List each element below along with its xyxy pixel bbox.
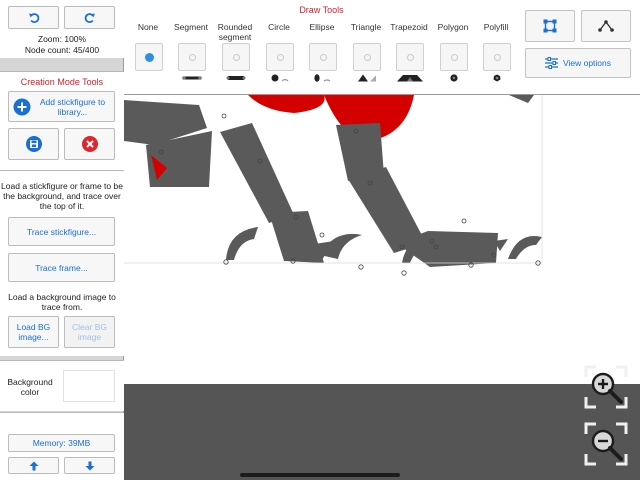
trace-stickfigure-button[interactable]: Trace stickfigure... — [8, 217, 115, 246]
tool-ellipse-button[interactable] — [309, 43, 337, 71]
trace-info-text: Load a stickfigure or frame to be the ba… — [1, 181, 123, 211]
redo-icon — [84, 12, 95, 23]
tool-polygon-button[interactable] — [440, 43, 468, 71]
node-graph-icon — [598, 20, 614, 32]
tool-circle[interactable]: Circle — [259, 20, 299, 90]
tool-segment-button[interactable] — [178, 43, 206, 71]
radio-ring-icon — [407, 54, 414, 61]
zoom-out-icon — [584, 422, 628, 466]
radio-ring-icon — [451, 54, 458, 61]
radio-ring-icon — [277, 54, 284, 61]
zoom-out-button[interactable] — [584, 422, 628, 466]
zoom-level: Zoom: 100% — [37, 34, 87, 44]
tool-label: Polyfill — [483, 22, 509, 32]
move-down-button[interactable] — [64, 457, 115, 474]
bg-color-section: Background color — [0, 361, 124, 411]
node-count: Node count: 45/400 — [24, 45, 100, 55]
move-up-button[interactable] — [8, 457, 59, 474]
radio-ring-icon — [189, 54, 196, 61]
memory-section: Memory: 39MB — [0, 413, 124, 480]
trace-section: Load a stickfigure or frame to be the ba… — [0, 171, 124, 356]
rounded-segment-preview-icon — [226, 76, 246, 80]
redo-button[interactable] — [64, 6, 115, 29]
tool-triangle-button[interactable] — [353, 43, 381, 71]
tool-polyfill[interactable]: Polyfill — [476, 20, 516, 90]
drawing-canvas[interactable] — [124, 95, 640, 384]
close-circle-icon — [81, 136, 98, 152]
creation-tools-section: Creation Mode Tools Add stickfigure to l… — [0, 72, 124, 170]
draw-tools-title: Draw Tools — [299, 5, 344, 15]
tool-trapezoid[interactable]: Trapezoid — [389, 20, 429, 90]
tool-ellipse[interactable]: Ellipse — [302, 20, 342, 90]
selection-box-icon — [543, 19, 557, 33]
radio-ring-icon — [233, 54, 240, 61]
figure-segment[interactable] — [509, 95, 534, 103]
delete-button[interactable] — [64, 128, 115, 160]
bg-color-swatch[interactable] — [63, 370, 115, 402]
selected-dot-icon — [145, 53, 154, 62]
arrow-up-icon — [29, 461, 38, 470]
bg-color-label: Background color — [7, 377, 53, 397]
selection-mode-button[interactable] — [525, 10, 575, 42]
bg-image-info-text: Load a background image to trace from. — [8, 292, 116, 312]
node-mode-button[interactable] — [581, 10, 631, 42]
radio-ring-icon — [364, 54, 371, 61]
plus-circle-icon — [13, 98, 31, 115]
tool-trapezoid-button[interactable] — [396, 43, 424, 71]
history-section: Zoom: 100% Node count: 45/400 — [0, 0, 124, 58]
figure-claw[interactable] — [508, 235, 542, 259]
polyfill-preview-icon — [493, 74, 501, 82]
circle-preview-icon — [271, 74, 289, 82]
canvas-area[interactable] — [124, 95, 640, 480]
polygon-preview-icon — [450, 74, 458, 82]
figure-red-shape[interactable] — [248, 95, 325, 113]
arrow-down-icon — [85, 461, 94, 470]
zoom-in-button[interactable] — [584, 365, 628, 409]
tool-polygon[interactable]: Polygon — [433, 20, 473, 90]
zoom-in-icon — [584, 365, 628, 409]
clear-bg-image-button[interactable]: Clear BG image — [64, 316, 115, 348]
radio-ring-icon — [494, 54, 501, 61]
left-panel: Zoom: 100% Node count: 45/400 Creation M… — [0, 0, 124, 480]
add-stickfigure-label: Add stickfigure to library... — [39, 96, 106, 117]
tool-triangle[interactable]: Triangle — [346, 20, 386, 90]
tool-none[interactable]: None — [128, 20, 168, 90]
tool-none-button[interactable] — [135, 43, 163, 71]
ellipse-preview-icon — [314, 74, 331, 82]
memory-button[interactable]: Memory: 39MB — [8, 434, 115, 452]
trapezoid-preview-icon — [397, 75, 423, 82]
add-stickfigure-button[interactable]: Add stickfigure to library... — [8, 91, 115, 122]
radio-ring-icon — [320, 54, 327, 61]
view-options-label: View options — [562, 58, 612, 68]
tool-segment[interactable]: Segment — [171, 20, 211, 90]
draw-tools-toolbar: Draw Tools None Segment Rounded segment … — [124, 0, 640, 95]
view-options-button[interactable]: View options — [525, 48, 631, 78]
trace-frame-button[interactable]: Trace frame... — [8, 253, 115, 282]
figure-segment[interactable] — [220, 123, 294, 223]
home-indicator — [240, 473, 400, 477]
sliders-icon — [544, 57, 558, 69]
tool-rounded-segment-button[interactable] — [222, 43, 250, 71]
tool-circle-button[interactable] — [266, 43, 294, 71]
tool-polyfill-button[interactable] — [483, 43, 511, 71]
tool-rounded-segment[interactable]: Rounded segment — [215, 20, 255, 90]
creation-tools-title: Creation Mode Tools — [20, 77, 104, 87]
triangle-preview-icon — [358, 74, 376, 82]
segment-preview-icon — [182, 76, 202, 80]
undo-button[interactable] — [8, 6, 59, 29]
save-button[interactable] — [8, 128, 59, 160]
figure-claw[interactable] — [226, 227, 258, 260]
floppy-disk-icon — [25, 136, 42, 152]
stickfigure-drawing[interactable] — [124, 95, 640, 384]
load-bg-image-button[interactable]: Load BG image... — [8, 316, 59, 348]
undo-icon — [28, 12, 39, 23]
